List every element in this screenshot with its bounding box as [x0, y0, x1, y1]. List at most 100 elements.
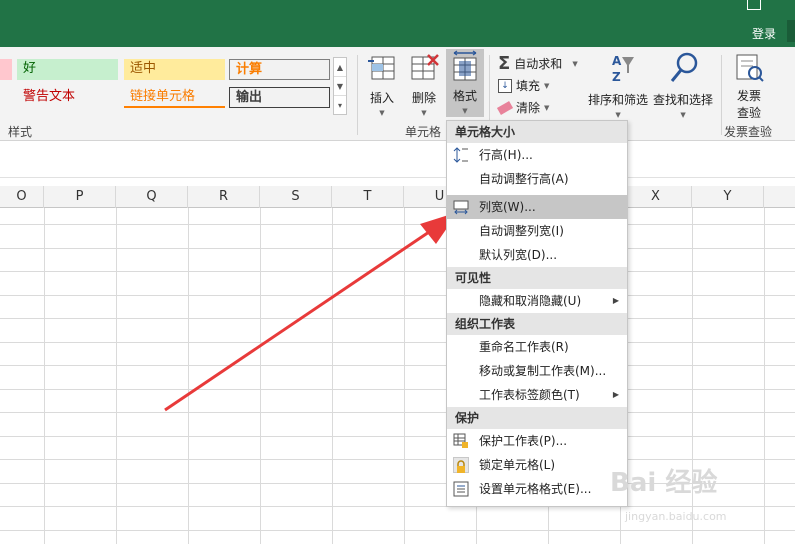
- menu-item-row-height[interactable]: 行高(H)...: [447, 143, 627, 167]
- column-header-o[interactable]: O: [0, 186, 44, 208]
- grid-column-line: [404, 208, 405, 544]
- grid-row-line: [0, 365, 795, 366]
- menu-item-rename-sheet[interactable]: 重命名工作表(R): [447, 335, 627, 359]
- chevron-down-icon: ▼: [462, 107, 468, 115]
- column-header-q[interactable]: Q: [116, 186, 188, 208]
- menu-header-organize-sheets: 组织工作表: [447, 313, 627, 335]
- style-output[interactable]: 输出: [229, 87, 330, 108]
- titlebar-divider: [787, 20, 795, 42]
- menu-item-label: 设置单元格格式(E)...: [479, 482, 592, 496]
- format-button[interactable]: 格式 ▼: [446, 49, 484, 117]
- scroll-down-icon[interactable]: ▼: [334, 77, 346, 96]
- invoice-label-1: 发票: [736, 89, 761, 103]
- column-header-p[interactable]: P: [44, 186, 116, 208]
- menu-item-format-cells[interactable]: 设置单元格格式(E)...: [447, 477, 627, 501]
- insert-label: 插入: [369, 91, 394, 105]
- grid-column-line: [260, 208, 261, 544]
- menu-header-cell-size: 单元格大小: [447, 121, 627, 143]
- chevron-down-icon: ▼: [544, 81, 550, 90]
- column-headers: O P Q R S T U V W X Y: [0, 186, 795, 208]
- menu-item-protect-sheet[interactable]: 保护工作表(P)...: [447, 429, 627, 453]
- grid-row-line: [0, 271, 795, 272]
- invoice-check-button[interactable]: 发票 查验: [733, 51, 765, 121]
- chevron-down-icon: ▼: [572, 59, 578, 68]
- grid-row-line: [0, 389, 795, 390]
- clear-button[interactable]: 清除 ▼: [496, 99, 550, 116]
- column-header-s[interactable]: S: [260, 186, 332, 208]
- menu-item-lock-cell[interactable]: 锁定单元格(L): [447, 453, 627, 477]
- style-linked-cell[interactable]: 链接单元格: [124, 87, 225, 108]
- menu-item-label: 行高(H)...: [479, 148, 533, 162]
- menu-item-label: 自动调整列宽(I): [479, 224, 564, 238]
- column-header-x[interactable]: X: [620, 186, 692, 208]
- grid-column-line: [332, 208, 333, 544]
- grid-row-line: [0, 459, 795, 460]
- grid-row-line: [0, 436, 795, 437]
- grid-row-line: [0, 224, 795, 225]
- row-height-icon: [453, 147, 469, 163]
- style-neutral[interactable]: 适中: [124, 59, 225, 80]
- menu-item-tab-color[interactable]: 工作表标签颜色(T) ▶: [447, 383, 627, 407]
- styles-scroll[interactable]: ▲ ▼ ▾: [333, 57, 347, 115]
- menu-item-autofit-row-height[interactable]: 自动调整行高(A): [447, 167, 627, 191]
- style-good[interactable]: 好: [17, 59, 118, 80]
- search-icon: [653, 51, 713, 87]
- menu-item-label: 保护工作表(P)...: [479, 434, 568, 448]
- grid-row-line: [0, 506, 795, 507]
- grid-column-line: [44, 208, 45, 544]
- svg-text:Z: Z: [612, 70, 621, 84]
- format-label: 格式: [452, 89, 477, 103]
- column-header-r[interactable]: R: [188, 186, 260, 208]
- grid-row-line: [0, 248, 795, 249]
- chevron-down-icon: ▼: [615, 111, 621, 119]
- column-header-y[interactable]: Y: [692, 186, 764, 208]
- grid-column-line: [116, 208, 117, 544]
- formula-bar[interactable]: [0, 141, 795, 178]
- scroll-up-icon[interactable]: ▲: [334, 58, 346, 77]
- invoice-label-2: 查验: [736, 106, 761, 120]
- invoice-icon: [733, 51, 765, 85]
- sort-filter-button[interactable]: A Z 排序和筛选 ▼: [588, 51, 648, 119]
- insert-button[interactable]: 插入 ▼: [363, 51, 401, 117]
- grid-column-line: [764, 208, 765, 544]
- menu-item-hide-unhide[interactable]: 隐藏和取消隐藏(U) ▶: [447, 289, 627, 313]
- menu-item-move-copy-sheet[interactable]: 移动或复制工作表(M)...: [447, 359, 627, 383]
- chevron-down-icon: ▼: [421, 109, 427, 117]
- grid-row-line: [0, 318, 795, 319]
- title-bar: 登录: [0, 0, 795, 47]
- menu-item-label: 重命名工作表(R): [479, 340, 569, 354]
- menu-item-default-width[interactable]: 默认列宽(D)...: [447, 243, 627, 267]
- chevron-down-icon: ▼: [379, 109, 385, 117]
- delete-button[interactable]: 删除 ▼: [405, 51, 443, 117]
- menu-item-label: 隐藏和取消隐藏(U): [479, 294, 582, 308]
- style-bad-swatch[interactable]: [0, 59, 12, 80]
- column-header-t[interactable]: T: [332, 186, 404, 208]
- sort-filter-icon: A Z: [588, 51, 648, 87]
- grid-row-line: [0, 295, 795, 296]
- autosum-label: 自动求和: [514, 57, 563, 71]
- menu-item-label: 移动或复制工作表(M)...: [479, 364, 607, 378]
- chevron-right-icon: ▶: [612, 296, 619, 305]
- watermark-logo: Bai 经验: [610, 468, 718, 498]
- ribbon: 好 适中 计算 警告文本 链接单元格 输出 ▲ ▼ ▾ 样式 插入 ▼ 删除 ▼…: [0, 47, 795, 141]
- watermark-url: jingyan.baidu.com: [625, 510, 727, 523]
- menu-item-column-width[interactable]: 列宽(W)...: [447, 195, 627, 219]
- find-select-button[interactable]: 查找和选择 ▼: [653, 51, 713, 119]
- format-cells-icon: [453, 481, 469, 497]
- fill-button[interactable]: ↓ 填充 ▼: [498, 77, 549, 94]
- menu-item-autofit-column-width[interactable]: 自动调整列宽(I): [447, 219, 627, 243]
- style-warning-text[interactable]: 警告文本: [17, 87, 118, 108]
- format-dropdown-menu: 单元格大小 行高(H)... 自动调整行高(A) 列宽(W)... 自动调整列宽…: [446, 120, 628, 507]
- style-calculation[interactable]: 计算: [229, 59, 330, 80]
- format-icon: [449, 49, 481, 83]
- autosum-button[interactable]: Σ 自动求和 ▼: [498, 53, 578, 74]
- chevron-down-icon: ▼: [544, 103, 550, 112]
- login-link[interactable]: 登录: [752, 25, 776, 42]
- fill-label: 填充: [516, 79, 541, 93]
- menu-item-label: 默认列宽(D)...: [479, 248, 558, 262]
- fill-down-icon: ↓: [498, 78, 512, 93]
- restore-window-icon[interactable]: [747, 0, 761, 10]
- more-styles-icon[interactable]: ▾: [334, 96, 346, 115]
- menu-item-label: 列宽(W)...: [479, 200, 536, 214]
- group-divider: [357, 55, 358, 135]
